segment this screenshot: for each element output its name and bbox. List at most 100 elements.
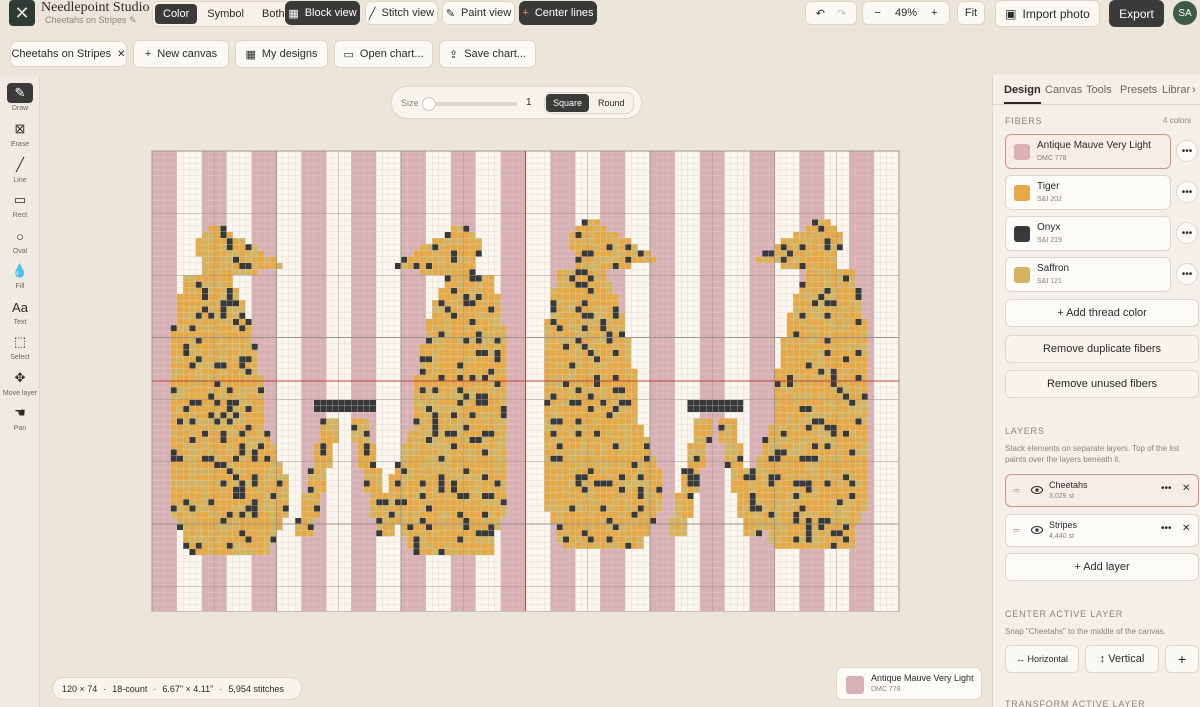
shape-square[interactable]: Square [546,94,590,112]
stitch [376,523,383,531]
tool-pan[interactable]: ☚ Pan [0,403,40,437]
stitch [494,449,501,456]
stitch [855,399,862,406]
tool-line[interactable]: ╱ Line [0,155,40,189]
stitch [593,424,601,431]
redo-icon[interactable]: ↷ [837,7,846,20]
open-chart-button[interactable]: ▭ Open chart... [334,40,433,68]
stitch [208,293,215,301]
stitch [799,486,806,493]
stitch [581,362,588,369]
stitch [581,511,588,518]
tool-oval[interactable]: ○ Oval [0,226,40,260]
stitch [855,468,862,475]
tool-fill[interactable]: 💧 Fill [0,261,40,295]
remove-unused-button[interactable]: Remove unused fibers [1005,370,1199,398]
layer-item[interactable]: ═ Cheetahs 3,029 st ••• ✕ [1005,474,1199,507]
drag-handle-icon[interactable]: ═ [1013,485,1019,495]
layer-item[interactable]: ═ Stripes 4,440 st ••• ✕ [1005,514,1199,547]
stitch [836,530,843,537]
center-vertical-button[interactable]: ↕ Vertical [1085,645,1159,673]
tool-draw[interactable]: ✎ Draw [0,83,40,117]
add-layer-button[interactable]: + Add layer [1005,553,1199,581]
canvas-grid[interactable] [152,151,899,611]
layer-more-icon[interactable]: ••• [1161,483,1172,494]
tab-canvas[interactable]: Canvas [1045,84,1082,96]
stitch-view-button[interactable]: ╱ Stitch view [365,1,438,25]
delete-layer-icon[interactable]: ✕ [1182,483,1190,494]
tool-select[interactable]: ⬚ Select [0,332,40,366]
stitch [593,505,601,512]
chevron-right-icon[interactable]: › [1192,84,1196,96]
center-horizontal-button[interactable]: ↔ Horizontal [1005,645,1079,673]
tool-move-layer[interactable]: ✥ Move layer [0,368,40,402]
size-slider-thumb[interactable] [422,97,436,111]
add-thread-button[interactable]: + Add thread color [1005,299,1199,327]
avatar[interactable]: SA [1173,1,1197,25]
stitch [842,275,850,282]
stitch [457,499,464,506]
tab-design[interactable]: Design [1004,84,1041,104]
fiber-item[interactable]: Tiger S&I 202 [1005,175,1171,210]
zoom-in-button[interactable]: + [931,7,937,19]
stitch [201,287,209,294]
export-button[interactable]: Export [1109,0,1164,27]
project-name[interactable]: Cheetahs on Stripes ✎ [45,15,137,26]
size-slider[interactable] [422,97,517,111]
app-logo-icon[interactable]: ✕ [9,0,35,26]
tool-rect[interactable]: ▭ Rect [0,190,40,224]
stitch [643,492,650,500]
import-photo-button[interactable]: ▣ Import photo [995,0,1100,27]
fiber-more-button[interactable]: ••• [1176,181,1198,203]
design-tab[interactable]: Cheetahs on Stripes ✕ [10,41,127,67]
stitch [432,412,439,419]
shape-round[interactable]: Round [591,94,632,112]
stitch [214,505,221,512]
delete-layer-icon[interactable]: ✕ [1182,523,1190,534]
tab-tools[interactable]: Tools [1086,84,1112,96]
layer-more-icon[interactable]: ••• [1161,523,1172,534]
tab-library[interactable]: Librar [1162,84,1190,96]
stitch [618,337,626,344]
center-more-button[interactable]: + [1165,645,1199,673]
fiber-more-button[interactable]: ••• [1176,263,1198,285]
drag-handle-icon[interactable]: ═ [1013,525,1019,535]
stitch-canvas[interactable] [151,150,900,612]
stitch [811,300,819,307]
stitch [226,468,233,475]
stitch [450,269,458,276]
fiber-item[interactable]: Antique Mauve Very Light DMC 778 [1005,134,1171,169]
remove-duplicate-button[interactable]: Remove duplicate fibers [1005,335,1199,363]
zoom-out-button[interactable]: − [875,7,881,19]
my-designs-button[interactable]: ▦ My designs [235,40,328,68]
stitch [805,430,812,437]
stitch [326,424,333,431]
save-chart-button[interactable]: ⇪ Save chart... [439,40,536,68]
block-view-button[interactable]: ▦ Block view [285,1,360,25]
undo-icon[interactable]: ↶ [816,7,825,20]
tool-erase[interactable]: ⊠ Erase [0,119,40,153]
mode-color[interactable]: Color [155,4,198,24]
tab-presets[interactable]: Presets [1120,84,1157,96]
eye-icon[interactable] [1031,484,1043,498]
stitch [842,318,850,326]
fiber-item[interactable]: Saffron S&I 121 [1005,257,1171,292]
fiber-more-button[interactable]: ••• [1176,222,1198,244]
fiber-item[interactable]: Onyx S&I 219 [1005,216,1171,251]
active-color-chip[interactable]: Antique Mauve Very Light DMC 778 [836,667,982,700]
eye-icon[interactable] [1031,524,1043,538]
new-canvas-button[interactable]: + New canvas [133,40,229,68]
tool-text[interactable]: Aa Text [0,297,40,331]
stitch [257,530,265,537]
close-tab-icon[interactable]: ✕ [117,49,125,60]
stitch [556,312,563,319]
stitch [625,393,632,400]
stitch [457,362,464,369]
center-lines-button[interactable]: + Center lines [519,1,597,25]
mode-symbol[interactable]: Symbol [199,4,252,24]
stitch [232,387,240,394]
fit-button[interactable]: Fit [957,1,985,25]
fiber-more-button[interactable]: ••• [1176,140,1198,162]
stitch [232,337,240,344]
paint-view-button[interactable]: ✎ Paint view [442,1,515,25]
